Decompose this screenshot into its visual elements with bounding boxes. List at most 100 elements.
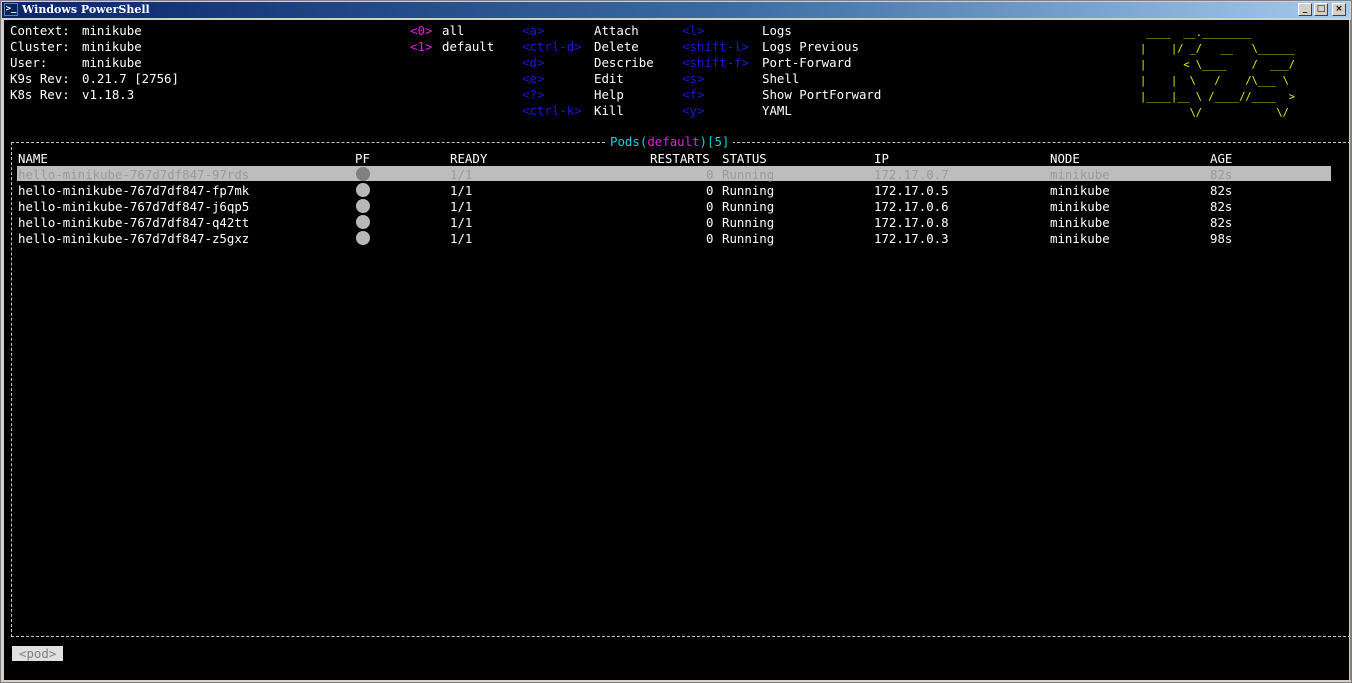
namespace-key: <0> (410, 23, 433, 38)
namespace-name: default (647, 134, 700, 149)
pod-restarts: 0 (706, 167, 714, 182)
resource-count: [5] (707, 134, 730, 149)
logo-line: | | \ / /\___ \ (1140, 75, 1295, 87)
shortcut-key: <e> (522, 71, 545, 86)
pod-name[interactable]: hello-minikube-767d7df847-q42tt (18, 215, 249, 231)
shortcut-label: Kill (594, 103, 624, 118)
namespace-label[interactable]: default (442, 39, 494, 55)
pod-node: minikube (1050, 231, 1110, 246)
pod-age: 82s (1210, 215, 1233, 230)
info-value: v1.18.3 (82, 87, 135, 102)
pod-node: minikube (1050, 183, 1110, 198)
pod-status: Running (722, 215, 775, 230)
info-label: Context: (10, 23, 70, 38)
shortcut-key: <a> (522, 23, 545, 38)
logo-line: | < \____ / ___/ (1140, 59, 1295, 71)
info-label: Cluster: (10, 39, 70, 54)
pod-ip: 172.17.0.3 (874, 231, 949, 246)
info-value: minikube (82, 55, 142, 70)
pod-age: 82s (1210, 199, 1233, 214)
pod-ready: 1/1 (450, 215, 473, 230)
info-value: minikube (82, 39, 142, 54)
shortcut-key: <?> (522, 87, 545, 102)
info-label: K8s Rev: (10, 87, 70, 102)
shortcut-key: <shift-f> (682, 55, 750, 70)
port-forward-indicator-icon (356, 215, 370, 229)
shortcut-key: <shift-l> (682, 39, 750, 54)
pod-age: 82s (1210, 167, 1233, 182)
shortcut-label: Delete (594, 39, 639, 54)
pod-ready: 1/1 (450, 199, 473, 214)
info-label: User: (10, 55, 48, 70)
pod-ready: 1/1 (450, 231, 473, 246)
column-header-ready[interactable]: READY (450, 151, 487, 167)
pod-name[interactable]: hello-minikube-767d7df847-j6qp5 (18, 199, 249, 215)
port-forward-indicator-icon (356, 231, 370, 245)
pod-node: minikube (1050, 167, 1110, 182)
title-bar[interactable]: >_ Windows PowerShell _ □ × (2, 2, 1350, 18)
pod-ready: 1/1 (450, 167, 473, 182)
pod-name[interactable]: hello-minikube-767d7df847-97rds (18, 167, 249, 183)
shortcut-key: <l> (682, 23, 705, 38)
shortcut-key: <s> (682, 71, 705, 86)
pod-status: Running (722, 199, 775, 214)
column-header-age[interactable]: AGE (1210, 151, 1232, 167)
shortcut-label: Logs (762, 23, 792, 38)
shortcut-label: Attach (594, 23, 639, 38)
close-button[interactable]: × (1332, 3, 1346, 16)
pod-status: Running (722, 183, 775, 198)
pod-status: Running (722, 231, 775, 246)
port-forward-indicator-icon (356, 167, 370, 181)
pod-ip: 172.17.0.5 (874, 183, 949, 198)
pod-status: Running (722, 167, 775, 182)
minimize-button[interactable]: _ (1298, 3, 1312, 16)
shortcut-key: <d> (522, 55, 545, 70)
shortcut-label: Shell (762, 71, 800, 86)
pod-restarts: 0 (706, 199, 714, 214)
pod-name[interactable]: hello-minikube-767d7df847-fp7mk (18, 183, 249, 199)
breadcrumb-pod[interactable]: <pod> (12, 646, 64, 661)
shortcut-label: Describe (594, 55, 654, 70)
pod-name[interactable]: hello-minikube-767d7df847-z5gxz (18, 231, 249, 247)
resource-name: Pods (610, 134, 640, 149)
column-header-name[interactable]: NAME (18, 151, 48, 167)
info-value: minikube (82, 23, 142, 38)
pod-restarts: 0 (706, 183, 714, 198)
pod-ip: 172.17.0.8 (874, 215, 949, 230)
info-value: 0.21.7 [2756] (82, 71, 179, 86)
column-header-ip[interactable]: IP (874, 151, 889, 167)
powershell-icon[interactable]: >_ (4, 3, 18, 16)
logo-line: |____|__ \ /____//____ > (1140, 91, 1295, 103)
column-header-restarts[interactable]: RESTARTS (650, 151, 710, 167)
port-forward-indicator-icon (356, 183, 370, 197)
logo-line: | |/ _/ __ \______ (1140, 43, 1295, 55)
shortcut-label: Port-Forward (762, 55, 852, 70)
column-header-pf[interactable]: PF (355, 151, 370, 167)
pod-restarts: 0 (706, 215, 714, 230)
port-forward-indicator-icon (356, 199, 370, 213)
pod-ip: 172.17.0.6 (874, 199, 949, 214)
shortcut-key: <y> (682, 103, 705, 118)
pod-ip: 172.17.0.7 (874, 167, 949, 182)
pod-ready: 1/1 (450, 183, 473, 198)
shortcut-key: <ctrl-k> (522, 103, 582, 118)
window-title: Windows PowerShell (22, 3, 150, 16)
namespace-label[interactable]: all (442, 23, 464, 39)
logo-line: ____ __.________ (1140, 27, 1295, 39)
pod-restarts: 0 (706, 231, 714, 246)
column-header-node[interactable]: NODE (1050, 151, 1080, 167)
shortcut-label: Show PortForward (762, 87, 882, 102)
pod-age: 82s (1210, 183, 1233, 198)
pod-node: minikube (1050, 199, 1110, 214)
maximize-button[interactable]: □ (1314, 3, 1328, 16)
shortcut-key: <ctrl-d> (522, 39, 582, 54)
powershell-window: >_ Windows PowerShell _ □ × Context: min… (0, 0, 1352, 683)
shortcut-label: Edit (594, 71, 624, 86)
window-edge (1350, 20, 1351, 680)
table-title: Pods(default)[5] (606, 134, 734, 150)
shortcut-key: <f> (682, 87, 705, 102)
column-header-status[interactable]: STATUS (722, 151, 767, 167)
pod-node: minikube (1050, 215, 1110, 230)
shortcut-label: YAML (762, 103, 792, 118)
terminal-area[interactable]: Context: minikube Cluster: minikube User… (4, 20, 1349, 680)
